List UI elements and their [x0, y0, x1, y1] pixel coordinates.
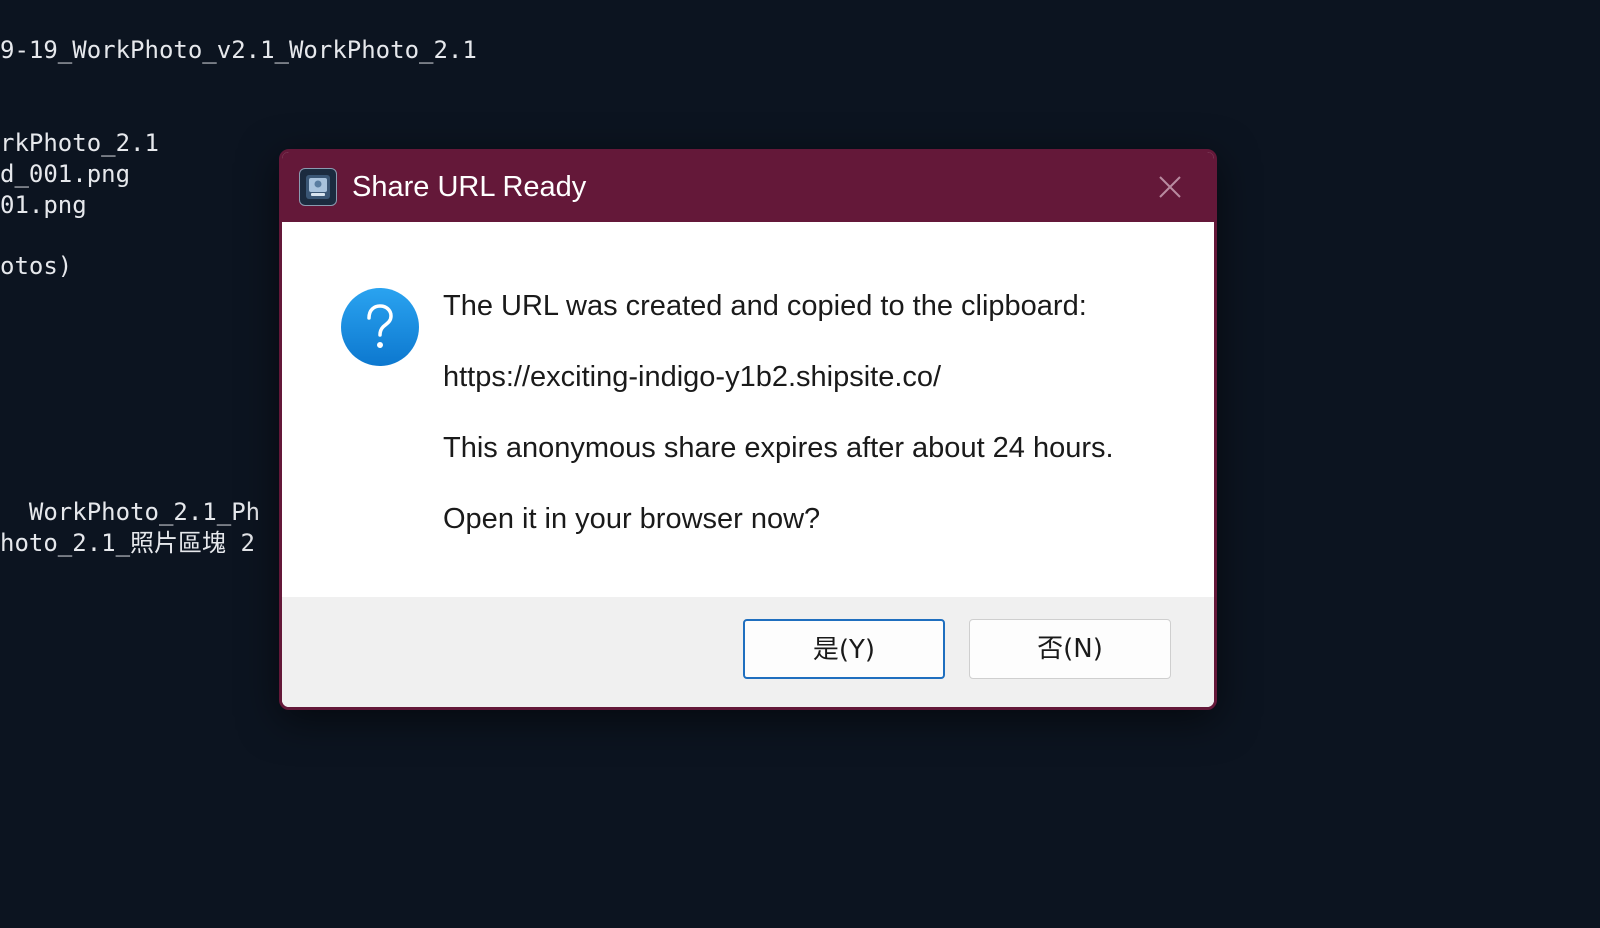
terminal-line: 01.png	[0, 191, 87, 219]
question-icon	[340, 287, 420, 367]
no-button[interactable]: 否(N)	[969, 619, 1171, 679]
terminal-line: hoto_2.1_照片區塊 2	[0, 529, 255, 557]
message-line: This anonymous share expires after about…	[443, 432, 1114, 464]
terminal-line: WorkPhoto_2.1_Ph	[0, 498, 261, 526]
app-icon	[299, 168, 337, 206]
message-question: Open it in your browser now?	[443, 503, 821, 535]
dialog-button-bar: 是(Y) 否(N)	[282, 597, 1214, 707]
dialog-body: The URL was created and copied to the cl…	[282, 222, 1214, 597]
close-button[interactable]	[1126, 152, 1214, 222]
share-url-dialog: Share URL Ready The URL was created and	[279, 149, 1217, 710]
message-line: The URL was created and copied to the cl…	[443, 290, 1087, 322]
close-icon	[1159, 176, 1181, 198]
share-url-text: https://exciting-indigo-y1b2.shipsite.co…	[443, 361, 942, 393]
terminal-line: rkPhoto_2.1	[0, 129, 159, 157]
terminal-line: otos)	[0, 252, 73, 280]
dialog-titlebar[interactable]: Share URL Ready	[282, 152, 1214, 222]
terminal-line: d_001.png	[0, 160, 131, 188]
yes-button[interactable]: 是(Y)	[743, 619, 945, 679]
terminal-line: 9-19_WorkPhoto_v2.1_WorkPhoto_2.1	[0, 36, 477, 64]
dialog-title: Share URL Ready	[352, 171, 587, 203]
